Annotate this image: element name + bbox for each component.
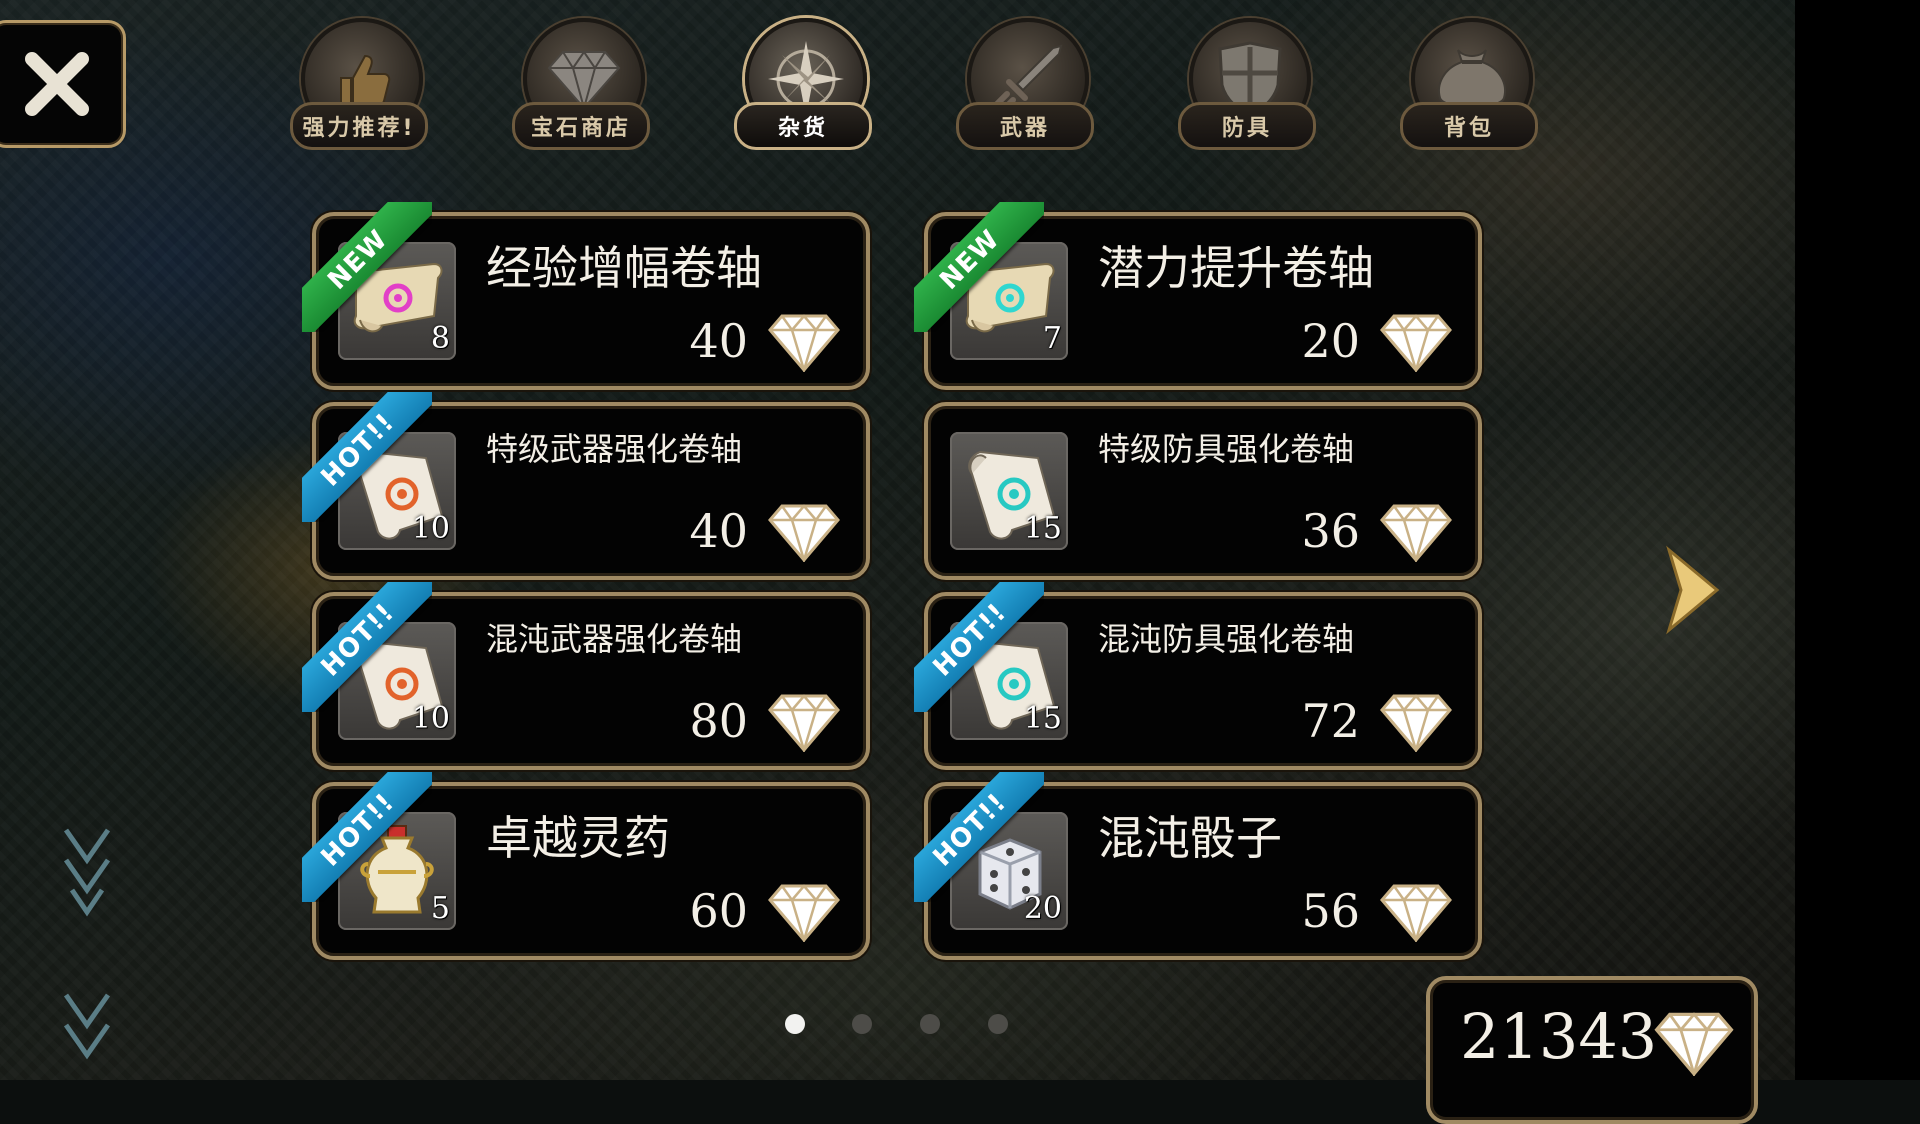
item-icon-box: 20 <box>950 812 1068 930</box>
chevron-down-icon <box>63 828 111 917</box>
tab-gem-shop[interactable]: 宝石商店 <box>512 18 650 158</box>
tab-label: 杂货 <box>734 102 872 150</box>
diamond-icon <box>1380 884 1452 942</box>
item-price: 72 <box>1301 694 1360 748</box>
diamond-icon <box>768 694 840 752</box>
item-name: 混沌骰子 <box>1098 811 1282 865</box>
tab-label: 防具 <box>1178 102 1316 150</box>
diamond-icon <box>1380 314 1452 372</box>
page-dot[interactable] <box>988 1014 1008 1034</box>
item-quantity: 10 <box>411 511 450 546</box>
close-button[interactable] <box>0 20 126 148</box>
item-icon-box: 10 <box>338 432 456 550</box>
tab-label: 强力推荐! <box>290 102 428 150</box>
shop-item-chaos-dice[interactable]: 20 混沌骰子 56 HOT!! <box>914 772 1482 960</box>
item-price: 56 <box>1301 884 1360 938</box>
item-price: 40 <box>689 314 748 368</box>
item-name: 经验增幅卷轴 <box>486 241 762 295</box>
item-icon-box: 15 <box>950 622 1068 740</box>
item-name: 卓越灵药 <box>486 811 670 865</box>
shop-item-exp-scroll[interactable]: 8 经验增幅卷轴 40 NEW <box>302 202 870 390</box>
gem-balance-amount: 21343 <box>1460 1000 1658 1073</box>
page-dot[interactable] <box>785 1014 805 1034</box>
diamond-icon <box>1654 1012 1734 1076</box>
item-price: 36 <box>1301 504 1360 558</box>
shop-item-chaos-armor-scroll[interactable]: 15 混沌防具强化卷轴 72 HOT!! <box>914 582 1482 770</box>
tab-backpack[interactable]: 背包 <box>1400 18 1538 158</box>
diamond-icon <box>768 884 840 942</box>
item-name: 混沌防具强化卷轴 <box>1098 620 1355 658</box>
item-price: 80 <box>689 694 748 748</box>
item-quantity: 8 <box>430 321 450 356</box>
shop-item-chaos-weapon-scroll[interactable]: 10 混沌武器强化卷轴 80 HOT!! <box>302 582 870 770</box>
item-name: 潜力提升卷轴 <box>1098 241 1374 295</box>
item-quantity: 15 <box>1023 511 1062 546</box>
item-price: 60 <box>689 884 748 938</box>
tab-label: 武器 <box>956 102 1094 150</box>
shop-item-premium-armor-scroll[interactable]: 15 特级防具强化卷轴 36 <box>924 402 1482 580</box>
item-icon-box: 15 <box>950 432 1068 550</box>
game-world-background <box>0 0 1795 1080</box>
page-dot[interactable] <box>920 1014 940 1034</box>
item-icon-box: 5 <box>338 812 456 930</box>
tab-general-goods[interactable]: 杂货 <box>734 18 872 158</box>
item-icon-box: 7 <box>950 242 1068 360</box>
diamond-icon <box>1380 694 1452 752</box>
page-dot[interactable] <box>852 1014 872 1034</box>
item-name: 特级武器强化卷轴 <box>486 430 743 468</box>
screen-edge-bar <box>1795 0 1920 1080</box>
diamond-icon <box>768 314 840 372</box>
tab-weapons[interactable]: 武器 <box>956 18 1094 158</box>
item-quantity: 20 <box>1023 891 1062 926</box>
item-price: 20 <box>1301 314 1360 368</box>
shop-item-premium-weapon-scroll[interactable]: 10 特级武器强化卷轴 40 HOT!! <box>302 392 870 580</box>
tab-recommend[interactable]: 强力推荐! <box>290 18 428 158</box>
item-name: 特级防具强化卷轴 <box>1098 430 1355 468</box>
item-quantity: 7 <box>1042 321 1062 356</box>
item-quantity: 10 <box>411 701 450 736</box>
item-price: 40 <box>689 504 748 558</box>
item-quantity: 15 <box>1023 701 1062 736</box>
tab-label: 宝石商店 <box>512 102 650 150</box>
diamond-icon <box>768 504 840 562</box>
chevron-down-icon <box>63 993 111 1060</box>
next-page-arrow-icon[interactable] <box>1655 540 1735 640</box>
item-icon-box: 8 <box>338 242 456 360</box>
close-icon <box>25 52 89 116</box>
item-icon-box: 10 <box>338 622 456 740</box>
item-quantity: 5 <box>430 891 450 926</box>
tab-label: 背包 <box>1400 102 1538 150</box>
shop-item-superior-elixir[interactable]: 5 卓越灵药 60 HOT!! <box>302 772 870 960</box>
gem-balance[interactable]: 21343 <box>1426 976 1758 1124</box>
shop-item-potential-scroll[interactable]: 7 潜力提升卷轴 20 NEW <box>914 202 1482 390</box>
pagination <box>780 1010 1020 1040</box>
tab-armor[interactable]: 防具 <box>1178 18 1316 158</box>
item-name: 混沌武器强化卷轴 <box>486 620 743 658</box>
diamond-icon <box>1380 504 1452 562</box>
